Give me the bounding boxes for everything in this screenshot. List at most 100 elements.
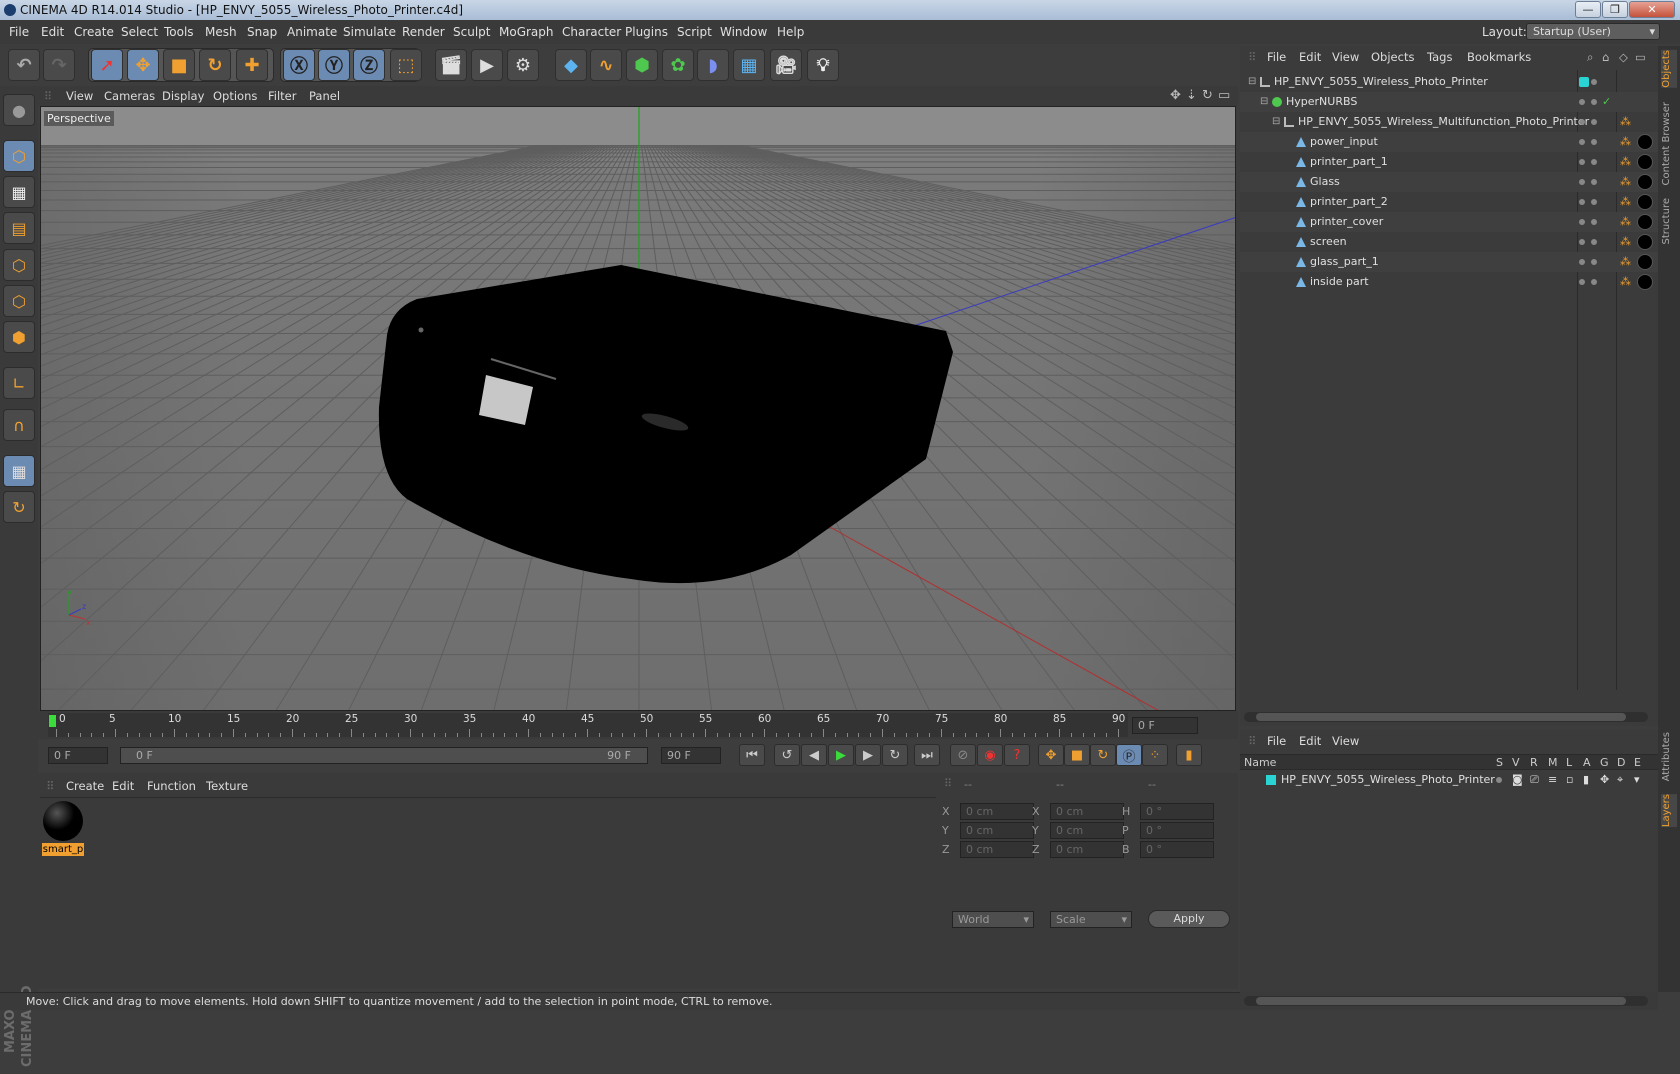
object-row[interactable]: screen ⁂ [1240,232,1658,252]
add-cube-button[interactable]: ◆ [555,49,587,81]
layer-column-a[interactable]: A [1583,756,1591,769]
object-row[interactable]: printer_part_1 ⁂ [1240,152,1658,172]
prev-key-button[interactable]: ↺ [774,744,800,766]
obj-menu-objects[interactable]: Objects [1371,50,1414,64]
axis-mode-button[interactable]: ∟ [3,367,35,399]
material-tag-icon[interactable] [1637,134,1653,150]
render-visibility-dot[interactable] [1591,199,1597,205]
layer-column-v[interactable]: V [1512,756,1520,769]
editor-visibility-dot[interactable] [1579,219,1585,225]
tab-structure[interactable]: Structure [1661,198,1677,245]
play-button[interactable]: ▶ [828,744,854,766]
mat-menu-function[interactable]: Function [147,779,196,793]
layer-animation-icon[interactable]: ▮ [1583,771,1589,789]
object-row[interactable]: ⊟ HP_ENVY_5055_Wireless_Multifunction_Pho… [1240,112,1658,132]
phong-tag-icon[interactable]: ⁂ [1620,152,1631,172]
menu-script[interactable]: Script [677,20,712,44]
key-param-button[interactable]: Ⓟ [1116,744,1142,766]
layout-select[interactable]: Startup (User) ▾ [1526,23,1660,40]
move-tool-button[interactable]: ✥ [127,49,159,81]
workplane-lock-button[interactable]: ▦ [3,455,35,487]
render-visibility-dot[interactable] [1591,99,1597,105]
layer-render-icon[interactable]: ⎚ [1530,771,1539,789]
layer-deformer-icon[interactable]: ⌖ [1617,771,1623,789]
material-tag-icon[interactable] [1637,234,1653,250]
layer-column-r[interactable]: R [1530,756,1538,769]
menu-help[interactable]: Help [777,20,804,44]
timeline-window-button[interactable]: ▮ [1176,744,1202,766]
coord-value-field[interactable]: 0 cm [1050,803,1124,820]
collapse-toggle-icon[interactable]: ⊟ [1260,92,1268,112]
editor-visibility-dot[interactable] [1579,99,1585,105]
material-tag-icon[interactable] [1637,214,1653,230]
menu-mesh[interactable]: Mesh [205,20,237,44]
object-row[interactable]: inside part ⁂ [1240,272,1658,292]
maximize-view-icon[interactable]: ▭ [1218,88,1230,103]
undo-button[interactable]: ↶ [8,49,40,81]
current-frame-field[interactable]: 0 F [1132,717,1198,734]
phong-tag-icon[interactable]: ⁂ [1620,272,1631,292]
render-picture-viewer-button[interactable]: ▶ [471,49,503,81]
layer-expression-icon[interactable]: ▾ [1634,771,1640,789]
obj-menu-bookmarks[interactable]: Bookmarks [1467,50,1531,64]
add-tool-button[interactable]: ✚ [236,49,268,81]
render-visibility-dot[interactable] [1591,179,1597,185]
key-position-button[interactable]: ✥ [1038,744,1064,766]
render-visibility-dot[interactable] [1591,139,1597,145]
coord-value-field[interactable]: 0 cm [960,822,1034,839]
obj-menu-view[interactable]: View [1332,50,1359,64]
y-axis-button[interactable]: Ⓨ [318,49,350,81]
render-visibility-dot[interactable] [1591,259,1597,265]
model-mode-button[interactable]: ⬡ [3,140,35,172]
editor-visibility-dot[interactable] [1579,77,1589,87]
key-scale-button[interactable]: ■ [1064,744,1090,766]
layer-icon[interactable]: ◇ [1619,50,1628,64]
material-tag-icon[interactable] [1637,254,1653,270]
layer-generator-icon[interactable]: ✥ [1600,771,1609,789]
tab-content-browser[interactable]: Content Browser [1661,102,1677,185]
coordinate-system-button[interactable]: ⬚ [390,49,422,81]
collapse-toggle-icon[interactable]: ⊟ [1248,72,1256,92]
add-camera-button[interactable]: 🎥︎ [770,49,802,81]
layer-column-s[interactable]: S [1496,756,1503,769]
coord-value-field[interactable]: 0 ° [1140,803,1214,820]
redo-button[interactable]: ↷ [43,49,75,81]
layer-row[interactable]: HP_ENVY_5055_Wireless_Photo_Printer ◙ ⎚ … [1240,771,1658,789]
layer-column-name[interactable]: Name [1244,756,1276,769]
menu-snap[interactable]: Snap [247,20,277,44]
coord-value-field[interactable]: 0 cm [1050,841,1124,858]
record-keys-button[interactable]: ⊘ [950,744,976,766]
object-row[interactable]: glass_part_1 ⁂ [1240,252,1658,272]
phong-tag-icon[interactable]: ⁂ [1620,192,1631,212]
rotate-tool-button[interactable]: ↻ [199,49,231,81]
collapse-toggle-icon[interactable]: ⊟ [1272,112,1280,132]
layer-column-g[interactable]: G [1600,756,1609,769]
add-deformer-button[interactable]: ◗ [697,49,729,81]
menu-simulate[interactable]: Simulate [343,20,396,44]
rotate-view-icon[interactable]: ↻ [1202,88,1213,103]
editor-visibility-dot[interactable] [1579,159,1585,165]
make-editable-button[interactable]: ● [3,94,35,126]
coord-value-field[interactable]: 0 ° [1140,841,1214,858]
z-axis-button[interactable]: Ⓩ [353,49,385,81]
object-row[interactable]: printer_part_2 ⁂ [1240,192,1658,212]
render-visibility-dot[interactable] [1591,119,1597,125]
key-pla-button[interactable]: ⁘ [1142,744,1168,766]
vp-menu-display[interactable]: Display [162,89,204,103]
apply-button[interactable]: Apply [1148,910,1230,928]
add-light-button[interactable]: 💡︎ [807,49,839,81]
layer-lock-icon[interactable]: ▫ [1566,771,1573,789]
point-mode-button[interactable]: ⬡ [3,249,35,281]
object-row[interactable]: ⊟ HP_ENVY_5055_Wireless_Photo_Printer [1240,72,1658,92]
vp-menu-panel[interactable]: Panel [309,89,340,103]
editor-visibility-dot[interactable] [1579,279,1585,285]
close-button[interactable]: ✕ [1629,1,1675,18]
snap-button[interactable]: ∩ [3,409,35,441]
obj-menu-edit[interactable]: Edit [1299,50,1321,64]
material-tag-icon[interactable] [1637,194,1653,210]
scale-select[interactable]: Scale ▾ [1050,911,1132,928]
edge-mode-button[interactable]: ⬡ [3,285,35,317]
material-tag-icon[interactable] [1637,154,1653,170]
editor-visibility-dot[interactable] [1579,179,1585,185]
coord-value-field[interactable]: 0 cm [960,803,1034,820]
